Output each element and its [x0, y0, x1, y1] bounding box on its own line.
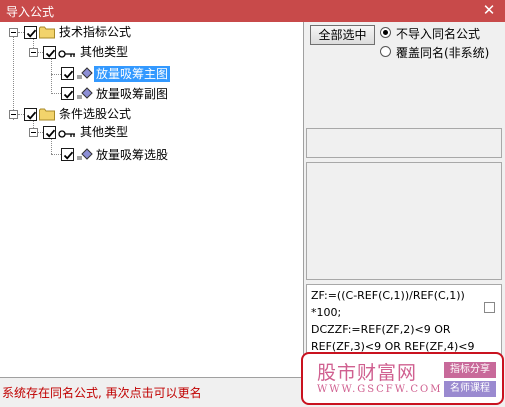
formula-checkbox[interactable] [61, 148, 74, 161]
collapse-toggle[interactable] [9, 28, 18, 37]
formula-checkbox[interactable] [61, 87, 74, 100]
category-checkbox[interactable] [43, 46, 56, 59]
close-icon[interactable]: ✕ [481, 2, 497, 18]
status-message: 系统存在同名公式, 再次点击可以更名 [2, 386, 202, 400]
description-panel [306, 162, 502, 280]
group-checkbox-screening[interactable] [24, 108, 37, 121]
formula-checkbox[interactable] [61, 67, 74, 80]
formula-icon [77, 67, 93, 79]
radio-skip-duplicates[interactable] [380, 27, 391, 38]
watermark-logo: 股市财富网 WWW.GSCFW.COM 指标分享 名师课程 [301, 352, 504, 405]
tree-connector [51, 138, 52, 154]
collapse-toggle[interactable] [29, 128, 38, 137]
window-title: 导入公式 [6, 5, 55, 19]
watermark-tag: 名师课程 [444, 381, 496, 397]
watermark-url: WWW.GSCFW.COM [317, 384, 443, 395]
watermark-brand: 股市财富网 [317, 362, 418, 384]
folder-icon [39, 108, 55, 121]
tree-category-label[interactable]: 其他类型 [78, 124, 130, 140]
radio-label[interactable]: 不导入同名公式 [396, 25, 480, 42]
tree-formula-label[interactable]: 放量吸筹副图 [94, 86, 170, 102]
tree-group-label[interactable]: 技术指标公式 [57, 24, 133, 40]
tree-formula-label[interactable]: 放量吸筹主图 [94, 66, 171, 82]
group-checkbox-technical[interactable] [24, 26, 37, 39]
collapse-toggle[interactable] [29, 48, 38, 57]
formula-text-line: *100; [311, 306, 342, 319]
radio-overwrite[interactable] [380, 46, 391, 57]
tree-connector [51, 58, 52, 94]
category-checkbox[interactable] [43, 126, 56, 139]
tree-category-label[interactable]: 其他类型 [78, 44, 130, 60]
tree-connector [13, 36, 14, 120]
tree-group-label[interactable]: 条件选股公式 [57, 106, 133, 122]
key-icon [58, 50, 75, 58]
key-icon [58, 130, 75, 138]
title-bar: 导入公式 ✕ [0, 0, 505, 22]
formula-icon [77, 87, 93, 99]
tree-connector [51, 93, 61, 94]
tree-formula-label[interactable]: 放量吸筹选股 [94, 147, 170, 163]
select-all-button[interactable]: 全部选中 [310, 25, 375, 45]
formula-icon [77, 148, 93, 160]
formula-tree[interactable]: 技术指标公式 其他类型 放量吸筹主图 放量吸筹副图 条件选股公式 其他类型 放量… [0, 22, 304, 378]
watermark-tag: 指标分享 [444, 362, 496, 378]
tree-connector [51, 154, 61, 155]
formula-text-line: ZF:=((C-REF(C,1))/REF(C,1)) [311, 289, 465, 302]
formula-text-line: DCZZF:=REF(ZF,2)<9 OR [311, 323, 451, 336]
collapse-toggle[interactable] [9, 110, 18, 119]
name-panel [306, 128, 502, 158]
radio-label[interactable]: 覆盖同名(非系统) [396, 44, 489, 61]
tree-connector [51, 74, 61, 75]
preview-checkbox[interactable] [484, 302, 495, 313]
folder-icon [39, 26, 55, 39]
